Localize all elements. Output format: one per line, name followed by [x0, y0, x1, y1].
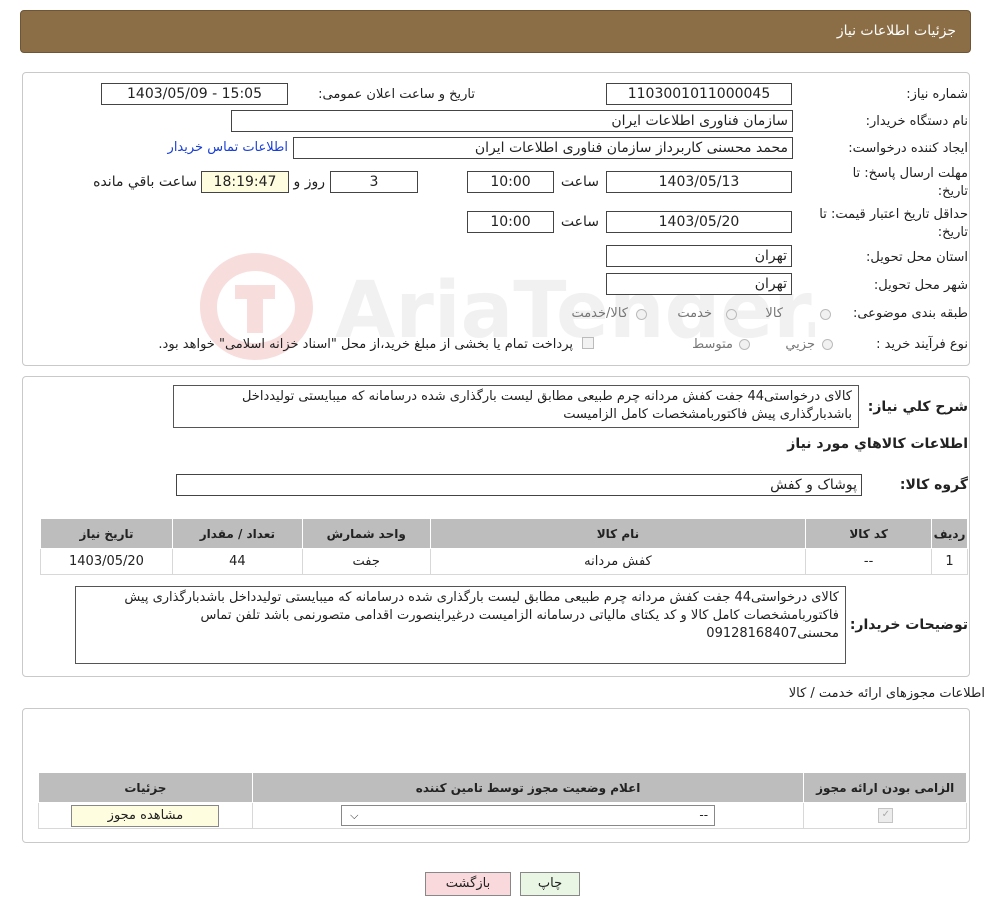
- validity-label: حداقل تاریخ اعتبار قیمت: تا: [819, 207, 968, 222]
- buyer-notes-label: توضیحات خریدار:: [849, 617, 968, 633]
- announce-datetime-label: تاریخ و ساعت اعلان عمومی:: [318, 87, 475, 102]
- description-textarea[interactable]: کالای درخواستی44 جفت کفش مردانه چرم طبیع…: [173, 385, 859, 428]
- category-option-goods: کالا: [765, 306, 783, 321]
- buyer-org-field: سازمان فناوری اطلاعات ایران: [231, 110, 793, 132]
- validity-label-date: تاریخ:: [937, 225, 968, 240]
- cell-row: 1: [931, 548, 968, 575]
- permits-table-header: الزامی بودن ارائه مجوز اعلام وضعیت مجوز …: [38, 772, 967, 803]
- announce-datetime-field: 1403/05/09 - 15:05: [101, 83, 288, 105]
- buyer-notes-textarea[interactable]: کالای درخواستی44 جفت کفش مردانه چرم طبیع…: [75, 586, 846, 664]
- col-permit-required: الزامی بودن ارائه مجوز: [803, 772, 967, 803]
- print-button[interactable]: چاپ: [520, 872, 580, 896]
- back-button[interactable]: بازگشت: [425, 872, 511, 896]
- col-row: ردیف: [931, 518, 968, 549]
- goods-group-label: گروه کالا:: [899, 477, 968, 493]
- permit-required-checkbox: ✓: [877, 808, 893, 823]
- permit-status-select[interactable]: -- ⌵: [341, 805, 716, 826]
- province-label: استان محل تحویل:: [866, 250, 968, 265]
- creator-field: محمد محسنی کاربرداز سازمان فناوری اطلاعا…: [293, 137, 793, 159]
- category-radio-goods-service[interactable]: [636, 309, 647, 320]
- city-label: شهر محل تحویل:: [873, 278, 968, 293]
- permits-table: الزامی بودن ارائه مجوز اعلام وضعیت مجوز …: [38, 772, 967, 829]
- cell-permit-details: مشاهده مجوز: [38, 802, 253, 829]
- cell-unit: جفت: [301, 548, 431, 575]
- deadline-time-label: ساعت: [560, 174, 599, 190]
- col-name: نام کالا: [429, 518, 807, 549]
- city-field: تهران: [606, 273, 792, 295]
- process-option-medium: متوسط: [692, 337, 733, 352]
- days-label: روز و: [293, 174, 326, 190]
- process-label: نوع فرآیند خرید :: [876, 337, 968, 352]
- permit-status-value: --: [699, 808, 709, 822]
- validity-date-field: 1403/05/20: [606, 211, 792, 233]
- permits-section-title: اطلاعات مجوزهای ارائه خدمت / کالا: [788, 686, 985, 701]
- goods-table-header: ردیف کد کالا نام کالا واحد شمارش تعداد /…: [40, 518, 968, 549]
- process-radio-medium[interactable]: [739, 339, 750, 350]
- table-row: ✓ -- ⌵ مشاهده مجوز: [38, 802, 967, 829]
- cell-code: --: [805, 548, 933, 575]
- cell-permit-required: ✓: [803, 802, 967, 829]
- process-note: پرداخت تمام يا بخشی از مبلغ خريد،از محل …: [158, 337, 573, 352]
- chevron-down-icon: ⌵: [350, 809, 359, 822]
- page-title: جزئیات اطلاعات نیاز: [836, 23, 956, 39]
- buyer-contact-link[interactable]: اطلاعات تماس خریدار: [168, 140, 288, 155]
- deadline-label: مهلت ارسال پاسخ: تا: [852, 166, 968, 181]
- col-permit-details: جزئیات: [38, 772, 253, 803]
- validity-time-label: ساعت: [560, 214, 599, 230]
- goods-section-title: اطلاعات کالاهاي مورد نياز: [787, 436, 968, 452]
- days-remaining-field: 3: [330, 171, 418, 193]
- validity-time-field: 10:00: [467, 211, 554, 233]
- category-radio-goods[interactable]: [820, 309, 831, 320]
- col-qty: تعداد / مقدار: [171, 518, 303, 549]
- col-permit-status: اعلام وضعیت مجوز توسط تامین کننده: [251, 772, 805, 803]
- cell-permit-status: -- ⌵: [251, 802, 805, 829]
- process-option-minor: جزیي: [785, 337, 815, 352]
- goods-group-field: پوشاک و کفش: [176, 474, 862, 496]
- remaining-time-field: 18:19:47: [201, 171, 289, 193]
- cell-qty: 44: [171, 548, 303, 575]
- col-code: کد کالا: [805, 518, 933, 549]
- need-number-label: شماره نیاز:: [906, 87, 968, 102]
- buyer-org-label: نام دستگاه خریدار:: [865, 114, 968, 129]
- category-radio-service[interactable]: [726, 309, 737, 320]
- description-label: شرح کلي نياز:: [867, 399, 968, 415]
- table-row: 1 -- کفش مردانه جفت 44 1403/05/20: [40, 548, 968, 575]
- province-field: تهران: [606, 245, 792, 267]
- category-option-goods-service: کالا/خدمت: [571, 306, 628, 321]
- deadline-date-field: 1403/05/13: [606, 171, 792, 193]
- treasury-checkbox[interactable]: [582, 337, 594, 349]
- col-unit: واحد شمارش: [301, 518, 431, 549]
- category-option-service: خدمت: [677, 306, 712, 321]
- need-number-field: 1103001011000045: [606, 83, 792, 105]
- cell-name: کفش مردانه: [429, 548, 807, 575]
- remaining-time-label: ساعت باقي مانده: [93, 174, 197, 190]
- category-label: طبقه بندی موضوعی:: [852, 306, 968, 321]
- col-date: تاریخ نیاز: [40, 518, 173, 549]
- process-radio-minor[interactable]: [822, 339, 833, 350]
- view-permit-button[interactable]: مشاهده مجوز: [71, 804, 220, 827]
- deadline-time-field: 10:00: [467, 171, 554, 193]
- goods-table: ردیف کد کالا نام کالا واحد شمارش تعداد /…: [40, 518, 968, 575]
- page-header: جزئیات اطلاعات نیاز: [20, 10, 971, 53]
- cell-date: 1403/05/20: [40, 548, 173, 575]
- creator-label: ایجاد کننده درخواست:: [848, 141, 968, 156]
- deadline-label-date: تاریخ:: [937, 184, 968, 199]
- checkmark-icon: ✓: [881, 809, 891, 820]
